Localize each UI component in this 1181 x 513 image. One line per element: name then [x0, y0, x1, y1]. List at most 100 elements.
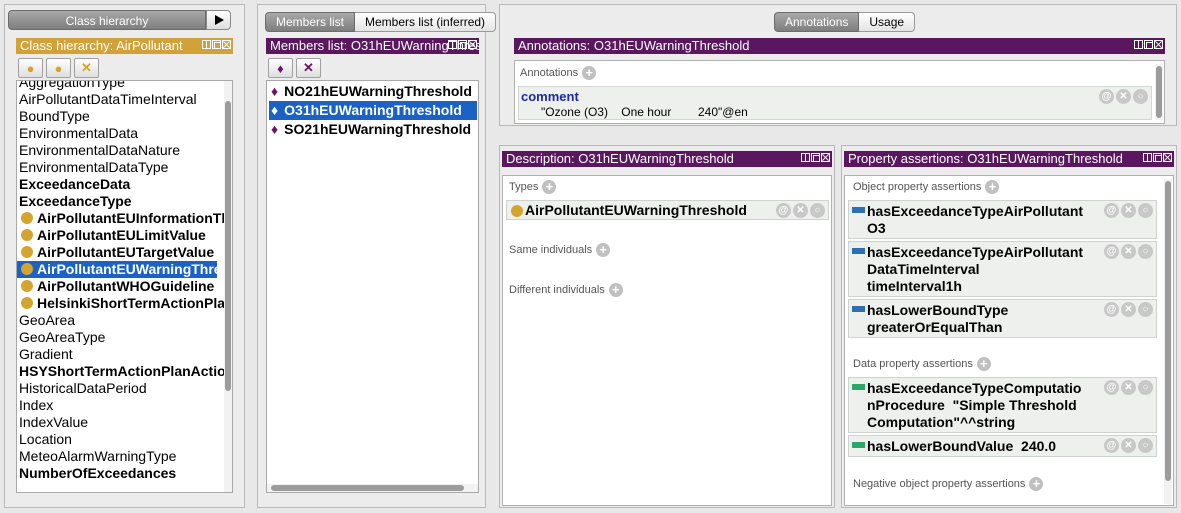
class-tree-item[interactable]: HelsinkiShortTermActionPlan — [17, 295, 232, 312]
delete-icon[interactable]: ✕ — [1121, 380, 1136, 395]
class-icon — [21, 229, 33, 241]
class-tree-scrollbar[interactable] — [224, 81, 232, 492]
annotate-icon[interactable]: @ — [1104, 203, 1119, 218]
add-sibling-button[interactable]: ● — [46, 58, 71, 78]
add-negative-assertion-icon[interactable]: + — [1029, 477, 1044, 491]
class-tree-item[interactable]: EnvironmentalDataType — [17, 159, 217, 176]
maximize-icon[interactable] — [458, 40, 467, 49]
delete-individual-button[interactable]: ✕ — [296, 58, 321, 78]
edit-icon[interactable]: ○ — [1138, 302, 1153, 317]
class-tree-item[interactable]: ExceedanceData — [17, 176, 217, 193]
tab-usage[interactable]: Usage — [859, 12, 916, 32]
class-tree-item[interactable]: AirPollutantEUInformationThreshold — [17, 210, 232, 227]
add-object-assertion-icon[interactable]: + — [985, 180, 1000, 194]
class-tree-scroll-thumb[interactable] — [225, 101, 231, 391]
split-view-icon[interactable] — [1134, 40, 1143, 49]
add-type-icon[interactable]: + — [542, 180, 557, 194]
edit-icon[interactable]: ○ — [1133, 89, 1148, 104]
close-view-icon[interactable] — [821, 153, 830, 162]
edit-icon[interactable]: ○ — [1138, 380, 1153, 395]
class-tree-item[interactable]: IndexValue — [17, 414, 217, 431]
assertion-row[interactable]: hasLowerBoundValue 240.0 @ ✕ ○ — [848, 435, 1157, 457]
members-hscroll-thumb[interactable] — [271, 485, 464, 491]
annotation-row[interactable]: comment "Ozone (O3) One hour 240"@en @ ✕… — [518, 86, 1152, 120]
edit-icon[interactable]: ○ — [1138, 438, 1153, 453]
class-tree-item[interactable]: AggregationType — [17, 81, 217, 91]
assertions-scrollbar[interactable] — [1164, 179, 1172, 504]
delete-icon[interactable]: ✕ — [1116, 89, 1131, 104]
add-annotation-icon[interactable]: + — [582, 66, 597, 80]
close-view-icon[interactable] — [222, 40, 231, 49]
annotate-icon[interactable]: @ — [1104, 302, 1119, 317]
delete-class-button[interactable]: ✕ — [74, 58, 99, 78]
add-individual-button[interactable]: ♦ — [268, 58, 293, 78]
class-tree-item[interactable]: BoundType — [17, 108, 217, 125]
members-hscrollbar[interactable] — [267, 484, 478, 492]
assertion-row[interactable]: hasLowerBoundType greaterOrEqualThan @ ✕ ○ — [848, 299, 1157, 338]
class-tree-item[interactable]: Gradient — [17, 346, 217, 363]
edit-icon[interactable]: ○ — [1138, 244, 1153, 259]
class-tree-item[interactable]: HSYShortTermActionPlanAction — [17, 363, 232, 380]
split-view-icon[interactable] — [1143, 153, 1152, 162]
class-tree-item[interactable]: Location — [17, 431, 217, 448]
edit-icon[interactable]: ○ — [1138, 203, 1153, 218]
delete-icon[interactable]: ✕ — [1121, 244, 1136, 259]
class-tree-item[interactable]: HistoricalDataPeriod — [17, 380, 217, 397]
tab-annotations[interactable]: Annotations — [774, 12, 860, 32]
annotations-scrollbar[interactable] — [1155, 64, 1163, 120]
class-tree-item[interactable]: Index — [17, 397, 217, 414]
type-row[interactable]: AirPollutantEUWarningThreshold @ ✕ ○ — [506, 200, 829, 220]
tab-members-list[interactable]: Members list — [265, 12, 356, 32]
class-tree-item[interactable]: EnvironmentalData — [17, 125, 217, 142]
split-view-icon[interactable] — [801, 153, 810, 162]
annotate-icon[interactable]: @ — [1104, 438, 1119, 453]
annotate-icon[interactable]: @ — [1099, 89, 1114, 104]
maximize-icon[interactable] — [811, 153, 820, 162]
delete-icon[interactable]: ✕ — [1121, 302, 1136, 317]
play-button[interactable] — [206, 10, 231, 30]
class-tree-item[interactable]: AirPollutantEUTargetValue — [17, 244, 217, 261]
assertions-scroll-thumb[interactable] — [1165, 181, 1171, 481]
class-tree-item[interactable]: GeoArea — [17, 312, 217, 329]
class-tree-item[interactable]: AirPollutantWHOGuideline — [17, 278, 217, 295]
annotations-scroll-thumb[interactable] — [1156, 66, 1162, 118]
maximize-icon[interactable] — [1144, 40, 1153, 49]
edit-icon[interactable]: ○ — [810, 203, 825, 218]
annotate-icon[interactable]: @ — [1104, 244, 1119, 259]
annotate-icon[interactable]: @ — [776, 203, 791, 218]
delete-icon[interactable]: ✕ — [1121, 203, 1136, 218]
class-tree-item[interactable]: AirPollutantEULimitValue — [17, 227, 217, 244]
delete-icon[interactable]: ✕ — [793, 203, 808, 218]
add-same-individual-icon[interactable]: + — [596, 243, 611, 257]
class-toolbar: ● ● ✕ — [16, 56, 101, 78]
assertion-row[interactable]: hasExceedanceTypeAirPollutant O3 @ ✕ ○ — [848, 200, 1157, 239]
member-item[interactable]: ♦ O31hEUWarningThreshold — [269, 101, 477, 120]
close-view-icon[interactable] — [1163, 153, 1172, 162]
close-view-icon[interactable] — [1154, 40, 1163, 49]
class-tree-item[interactable]: GeoAreaType — [17, 329, 217, 346]
split-view-icon[interactable] — [202, 40, 211, 49]
class-tree-item[interactable]: NumberOfExceedances — [17, 465, 217, 482]
member-item[interactable]: ♦ NO21hEUWarningThreshold — [269, 82, 477, 101]
assertion-row[interactable]: hasExceedanceTypeComputatio nProcedure "S… — [848, 377, 1157, 433]
class-tree-item[interactable]: AirPollutantDataTimeInterval — [17, 91, 217, 108]
class-hierarchy-pane: Class hierarchy Class hierarchy: AirPoll… — [4, 4, 245, 508]
add-subclass-button[interactable]: ● — [18, 58, 43, 78]
add-data-assertion-icon[interactable]: + — [976, 357, 991, 371]
maximize-icon[interactable] — [212, 40, 221, 49]
class-hierarchy-tab[interactable]: Class hierarchy — [8, 10, 206, 30]
tab-members-inferred[interactable]: Members list (inferred) — [355, 12, 497, 32]
annotate-icon[interactable]: @ — [1104, 380, 1119, 395]
class-tree-item[interactable]: MeteoAlarmWarningType — [17, 448, 217, 465]
class-tree-item[interactable]: AirPollutantEUWarningThreshold — [17, 261, 232, 278]
class-tree-item[interactable]: EnvironmentalDataNature — [17, 142, 217, 159]
close-view-icon[interactable] — [468, 40, 477, 49]
add-different-individual-icon[interactable]: + — [608, 283, 623, 297]
split-view-icon[interactable] — [448, 40, 457, 49]
description-pane: Description: O31hEUWarningThreshold Type… — [499, 145, 835, 508]
member-item[interactable]: ♦ SO21hEUWarningThreshold — [269, 120, 477, 139]
maximize-icon[interactable] — [1153, 153, 1162, 162]
class-tree-item[interactable]: ExceedanceType — [17, 193, 217, 210]
delete-icon[interactable]: ✕ — [1121, 438, 1136, 453]
assertion-row[interactable]: hasExceedanceTypeAirPollutant DataTimeInt… — [848, 241, 1157, 297]
